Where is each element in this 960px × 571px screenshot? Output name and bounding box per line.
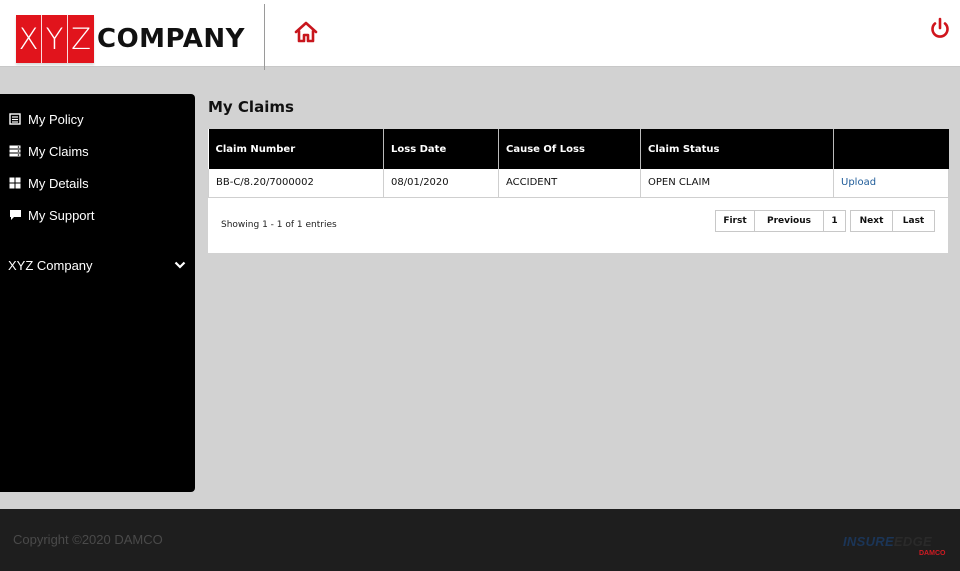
col-action [833, 129, 949, 169]
sidebar-item-label: My Claims [28, 143, 89, 159]
copyright-text: Copyright ©2020 DAMCO [13, 532, 163, 547]
sidebar-item-label: My Support [28, 207, 95, 223]
sidebar-item-my-details[interactable]: My Details [8, 172, 89, 194]
logo-word: COMPANY [97, 24, 245, 54]
cell-cause-of-loss: ACCIDENT [498, 169, 641, 198]
claims-table: Claim Number Loss Date Cause Of Loss Cla… [208, 129, 949, 198]
home-button[interactable] [292, 18, 320, 46]
power-icon [931, 17, 949, 38]
logo-box: X Y Z [16, 15, 94, 63]
col-cause-of-loss[interactable]: Cause Of Loss [498, 129, 641, 169]
claims-icon [8, 144, 22, 158]
policy-icon [8, 112, 22, 126]
table-row: BB-C/8.20/7000002 08/01/2020 ACCIDENT OP… [208, 169, 949, 198]
col-claim-status[interactable]: Claim Status [640, 129, 834, 169]
pagination: First Previous 1 Next Last [711, 210, 935, 232]
entries-info: Showing 1 - 1 of 1 entries [221, 220, 337, 230]
header-divider [264, 4, 265, 70]
logo-letter-y: Y [42, 15, 68, 63]
header: X Y Z COMPANY [0, 0, 960, 70]
support-icon [8, 208, 22, 222]
brand-text-b: EDGE [893, 534, 932, 549]
pager-page-1-button[interactable]: 1 [823, 210, 846, 232]
brand-text-a: INSURE [843, 534, 894, 549]
pager-first-button[interactable]: First [715, 210, 755, 232]
company-selector[interactable]: XYZ Company [8, 254, 186, 276]
chevron-down-icon [174, 261, 186, 269]
logo-letter-x: X [16, 15, 42, 63]
footer: Copyright ©2020 DAMCO INSUREEDGE DAMCO [0, 509, 960, 571]
claims-panel: Claim Number Loss Date Cause Of Loss Cla… [208, 129, 949, 253]
cell-claim-number: BB-C/8.20/7000002 [208, 169, 384, 198]
col-claim-number[interactable]: Claim Number [208, 129, 384, 169]
brand-subtext: DAMCO [919, 550, 946, 557]
sidebar: My Policy My Claims My Details My Suppor… [0, 94, 195, 492]
table-header-row: Claim Number Loss Date Cause Of Loss Cla… [208, 129, 949, 169]
sidebar-item-label: My Details [28, 175, 89, 191]
logout-button[interactable] [926, 14, 954, 42]
company-label: XYZ Company [8, 257, 93, 273]
page-title: My Claims [208, 98, 294, 116]
cell-loss-date: 08/01/2020 [383, 169, 499, 198]
home-icon [294, 21, 318, 43]
col-loss-date[interactable]: Loss Date [383, 129, 499, 169]
sidebar-item-my-support[interactable]: My Support [8, 204, 94, 226]
upload-link[interactable]: Upload [833, 169, 949, 198]
pager-last-button[interactable]: Last [892, 210, 935, 232]
sidebar-item-my-claims[interactable]: My Claims [8, 140, 89, 162]
sidebar-item-label: My Policy [28, 111, 84, 127]
pager-next-button[interactable]: Next [850, 210, 893, 232]
insureedge-logo: INSUREEDGE DAMCO [843, 531, 953, 567]
sidebar-item-my-policy[interactable]: My Policy [8, 108, 84, 130]
company-logo[interactable]: X Y Z COMPANY [16, 15, 245, 65]
cell-claim-status: OPEN CLAIM [640, 169, 834, 198]
pager-previous-button[interactable]: Previous [754, 210, 824, 232]
logo-letter-z: Z [71, 22, 91, 56]
details-icon [8, 176, 22, 190]
